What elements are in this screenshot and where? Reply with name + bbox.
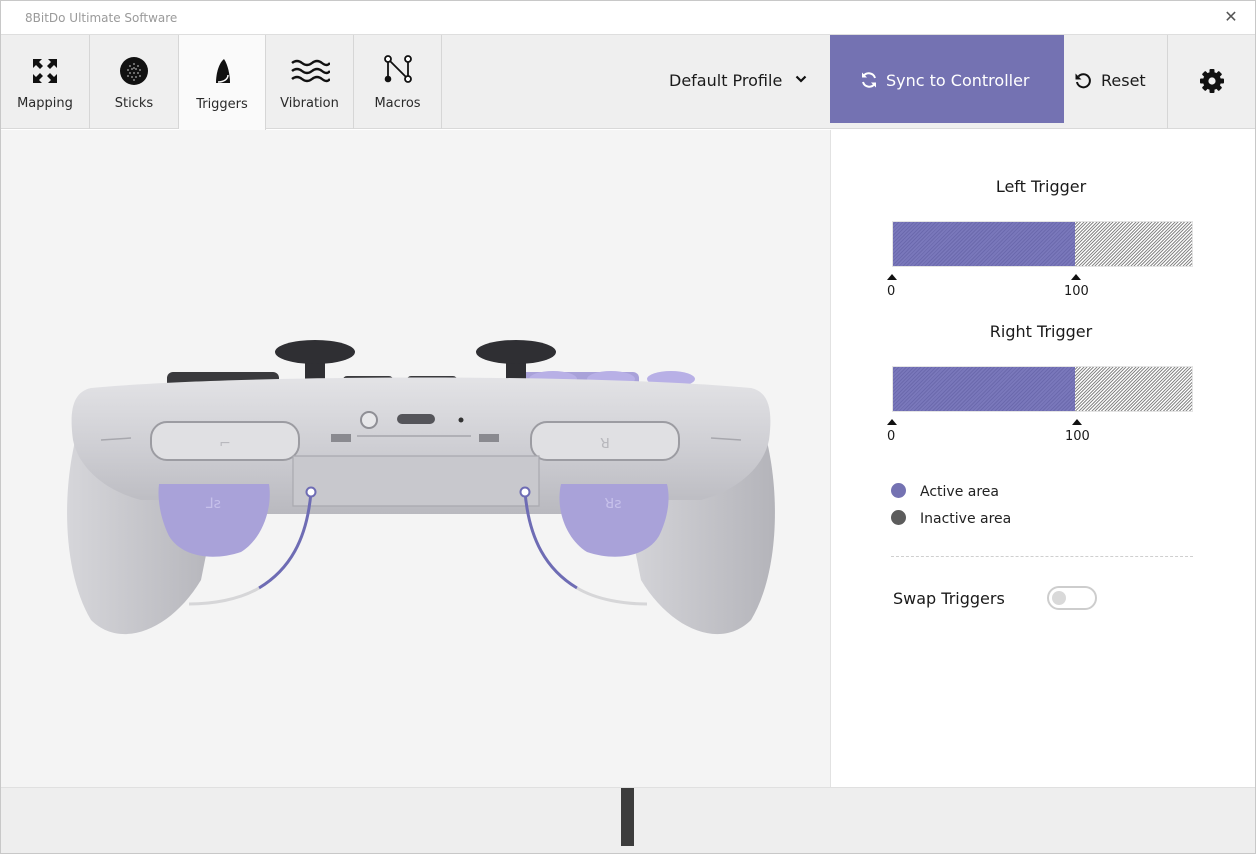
right-trigger-range-bar[interactable]	[892, 366, 1193, 412]
tab-label: Mapping	[17, 96, 73, 111]
stick-dotted-icon	[120, 57, 148, 85]
reset-button[interactable]: Reset	[1064, 35, 1168, 129]
trigger-icon	[216, 59, 230, 83]
sync-label: Sync to Controller	[886, 71, 1030, 90]
reset-label: Reset	[1101, 71, 1146, 90]
right-trigger-title: Right Trigger	[989, 322, 1093, 341]
left-trigger-max-handle[interactable]	[1071, 274, 1081, 280]
right-trigger-max-handle[interactable]	[1072, 419, 1082, 425]
macro-nodes-icon	[383, 55, 412, 83]
profile-dropdown[interactable]: Default Profile	[669, 71, 807, 90]
vibration-waves-icon	[290, 59, 330, 83]
tab-sticks[interactable]: Sticks	[90, 35, 179, 129]
left-trigger-range-bar[interactable]	[892, 221, 1193, 267]
reset-icon	[1075, 73, 1091, 89]
toggle-knob	[1052, 591, 1066, 605]
tab-label: Triggers	[196, 97, 248, 112]
active-dot-icon	[891, 483, 906, 498]
legend-active: Active area	[891, 483, 999, 500]
left-trigger-max-label: 100	[1064, 284, 1089, 299]
tab-label: Vibration	[280, 96, 339, 111]
gear-icon	[1200, 69, 1224, 93]
title-bar: 8BitDo Ultimate Software ✕	[1, 1, 1255, 35]
chevron-down-icon	[796, 75, 807, 83]
resize-handle[interactable]	[621, 788, 634, 846]
sync-icon	[862, 72, 876, 88]
right-trigger-max-label: 100	[1065, 429, 1090, 444]
left-trigger-active-fill	[893, 222, 1076, 266]
legend-inactive-label: Inactive area	[920, 511, 1012, 527]
tab-mapping[interactable]: Mapping	[1, 35, 90, 129]
close-button[interactable]: ✕	[1221, 7, 1241, 27]
svg-text:ᒧꙅ: ᒧꙅ	[205, 496, 221, 512]
left-trigger-title: Left Trigger	[995, 177, 1087, 196]
right-trigger-min-handle[interactable]	[887, 419, 897, 425]
trigger-settings-panel: Left Trigger 0 100 Right Trigger 0 100 A…	[830, 130, 1255, 787]
tab-label: Sticks	[114, 96, 154, 111]
left-trigger-min-handle[interactable]	[887, 274, 897, 280]
profile-label: Default Profile	[669, 71, 783, 90]
svg-text:ꓤꙅ: ꓤꙅ	[604, 496, 621, 512]
legend-active-label: Active area	[920, 484, 999, 500]
toolbar: Mapping Sticks Triggers Vibration Macros…	[1, 35, 1255, 130]
inactive-dot-icon	[891, 510, 906, 525]
right-trigger-min-label: 0	[887, 429, 896, 444]
svg-text:ꓤ: ꓤ	[600, 436, 610, 452]
left-trigger-min-label: 0	[887, 284, 896, 299]
swap-triggers-label: Swap Triggers	[893, 589, 1005, 608]
swap-triggers-toggle[interactable]	[1047, 586, 1097, 610]
app-title: 8BitDo Ultimate Software	[25, 11, 178, 25]
right-trigger-active-fill	[893, 367, 1076, 411]
panel-divider	[891, 556, 1193, 557]
tab-macros[interactable]: Macros	[354, 35, 442, 129]
footer-bar	[1, 787, 1255, 853]
legend-inactive: Inactive area	[891, 510, 1011, 527]
tab-vibration[interactable]: Vibration	[266, 35, 354, 129]
sync-to-controller-button[interactable]: Sync to Controller	[830, 35, 1064, 123]
tab-triggers[interactable]: Triggers	[179, 35, 266, 130]
mapping-arrows-icon	[33, 59, 57, 83]
controller-image: ⌐ ꓤ ᒧꙅ ꓤꙅ	[67, 340, 775, 635]
settings-button[interactable]	[1169, 35, 1255, 129]
svg-text:⌐: ⌐	[219, 436, 231, 452]
app-window: 8BitDo Ultimate Software ✕ Mapping Stick…	[0, 0, 1256, 854]
controller-stage: ⌐ ꓤ ᒧꙅ ꓤꙅ	[1, 130, 830, 787]
tab-label: Macros	[374, 96, 421, 111]
